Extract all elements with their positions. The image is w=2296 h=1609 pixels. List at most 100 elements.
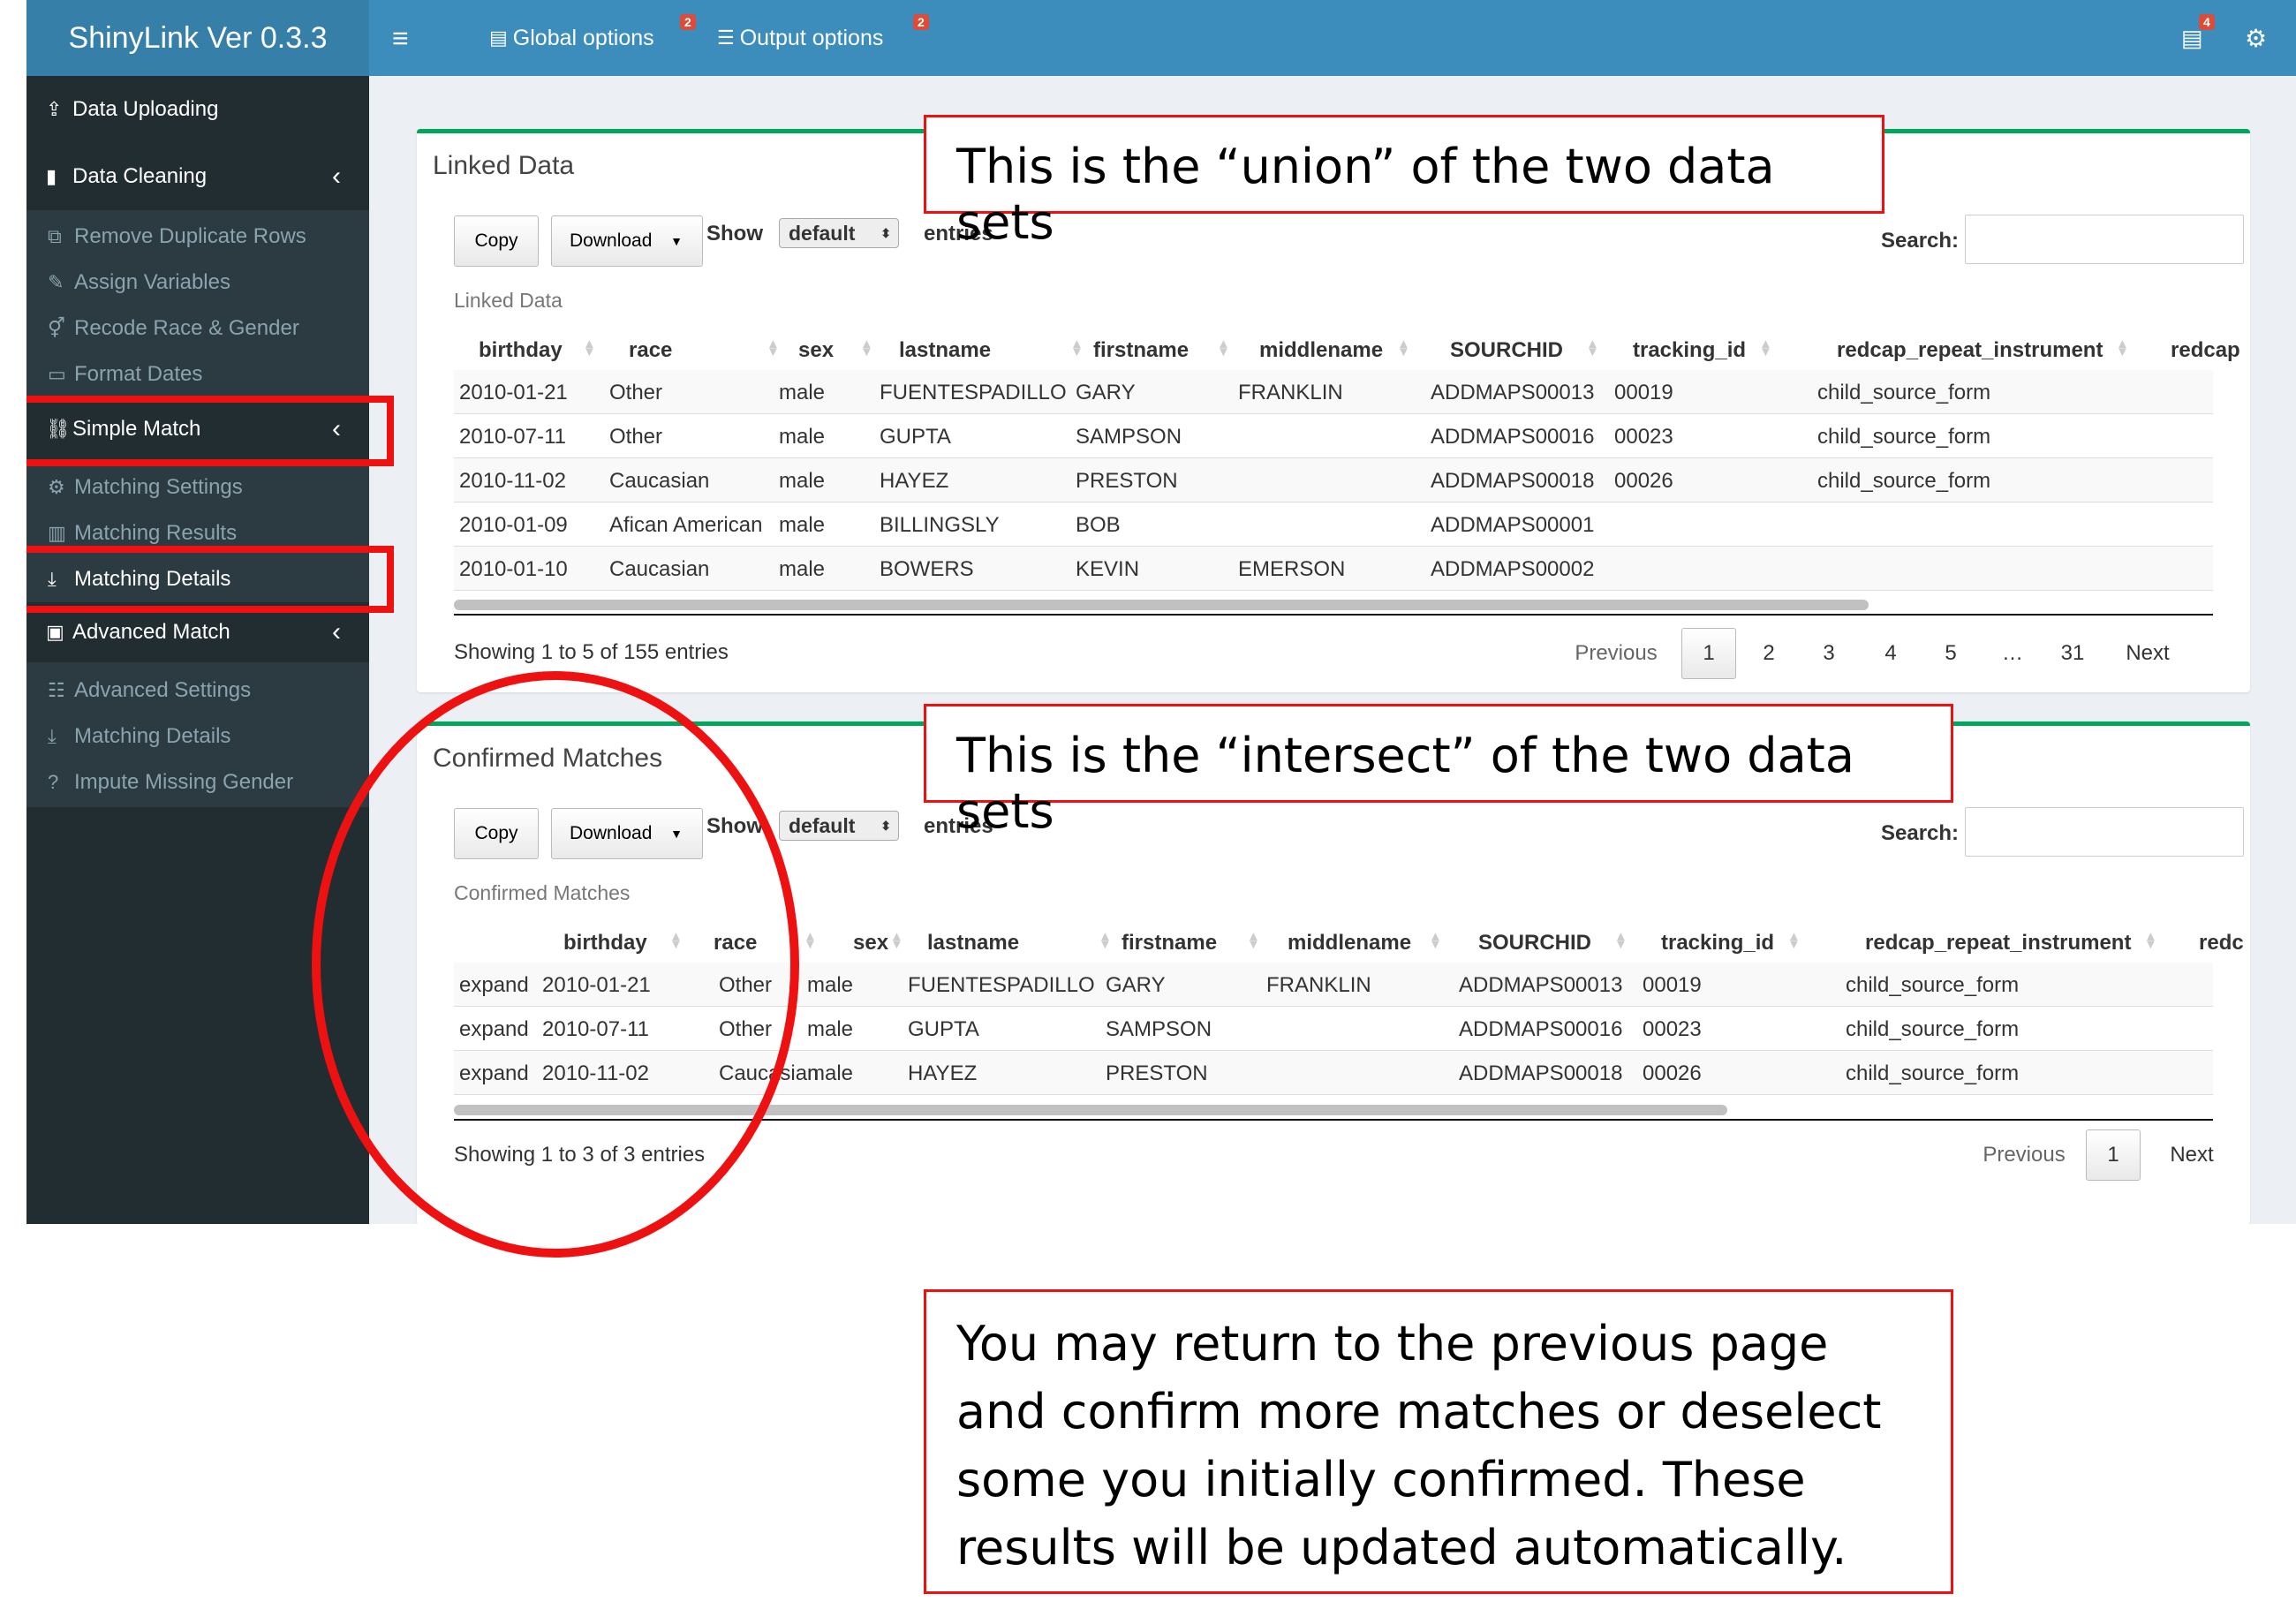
sort-icon[interactable]: ▲ ▼ <box>1217 337 1230 359</box>
column-header[interactable]: birthday <box>479 338 563 363</box>
brush-icon: ▮ <box>46 165 57 187</box>
sort-icon[interactable]: ▲ ▼ <box>804 930 817 951</box>
column-header[interactable]: tracking_id <box>1633 338 1746 363</box>
table-cell: BOB <box>1076 513 1121 537</box>
sort-icon[interactable]: ▲ ▼ <box>1099 930 1112 951</box>
table-cell: child_source_form <box>1817 425 1991 449</box>
global-options-button[interactable]: ▤ Global options 2 <box>489 0 696 76</box>
updown-icon: ⬍ <box>880 225 891 240</box>
table-cell: PRESTON <box>1076 469 1178 493</box>
column-header[interactable]: redc <box>2199 931 2244 956</box>
highlight-matching-details <box>26 546 394 613</box>
sort-icon[interactable]: ▲ ▼ <box>583 337 596 359</box>
table-cell: ADDMAPS00013 <box>1431 381 1595 404</box>
search-input[interactable] <box>1965 807 2244 857</box>
sort-icon[interactable]: ▲ ▼ <box>1247 930 1260 951</box>
download-label: Download <box>570 230 653 251</box>
sidebar-item-assign-variables[interactable]: ✎ Assign Variables <box>26 260 369 306</box>
column-header[interactable]: middlename <box>1288 931 1411 956</box>
global-options-badge: 2 <box>680 14 696 30</box>
table-cell: 2010-01-21 <box>459 381 568 404</box>
table-cell: ADDMAPS00018 <box>1459 1061 1623 1085</box>
sidebar-item-data-cleaning[interactable]: ▮ Data Cleaning ‹ <box>26 143 369 210</box>
sort-icon[interactable]: ▲ ▼ <box>1586 337 1599 359</box>
sort-icon[interactable]: ▲ ▼ <box>2116 337 2129 359</box>
sidebar-item-advanced-matching-details[interactable]: ⤓ Matching Details <box>26 714 369 759</box>
search-input[interactable] <box>1965 215 2244 264</box>
sidebar-item-recode-race-gender[interactable]: ⚥ Recode Race & Gender <box>26 306 369 351</box>
table-cell: GUPTA <box>908 1017 979 1041</box>
page-button-previous[interactable]: Previous <box>1971 1129 2077 1181</box>
sort-icon[interactable]: ▲ ▼ <box>767 337 780 359</box>
page-button-3[interactable]: 3 <box>1801 628 1856 679</box>
page-button-2[interactable]: 2 <box>1741 628 1796 679</box>
download-button[interactable]: Download ▼ <box>551 215 703 267</box>
sidebar-item-matching-settings[interactable]: ⚙ Matching Settings <box>26 465 369 510</box>
column-header[interactable]: lastname <box>927 931 1019 956</box>
sort-icon[interactable]: ▲ ▼ <box>1787 930 1801 951</box>
column-header[interactable]: lastname <box>899 338 991 363</box>
column-header[interactable]: redcap_repeat_instrument <box>1865 931 2131 956</box>
server-icon: ▤ <box>489 26 508 49</box>
table-cell: ADDMAPS00018 <box>1431 469 1595 493</box>
page-button-next[interactable]: Next <box>2156 1129 2227 1181</box>
table-cell: 00019 <box>1643 973 1702 997</box>
page-button-5[interactable]: 5 <box>1923 628 1978 679</box>
table-cell: ADDMAPS00016 <box>1459 1017 1623 1041</box>
column-header[interactable]: sex <box>853 931 888 956</box>
table-cell: male <box>779 557 826 581</box>
page-button-…[interactable]: … <box>1985 628 2040 679</box>
column-header[interactable]: redcap_repeat_instrument <box>1837 338 2103 363</box>
sort-icon[interactable]: ▲ ▼ <box>860 337 873 359</box>
sidebar-item-impute-missing-gender[interactable]: ? Impute Missing Gender <box>26 759 369 805</box>
column-header[interactable]: SOURCHID <box>1478 931 1591 956</box>
sidebar-item-advanced-settings[interactable]: ☷ Advanced Settings <box>26 668 369 714</box>
copy-button[interactable]: Copy <box>454 215 539 267</box>
table-cell: 2010-11-02 <box>459 469 566 493</box>
sidebar-item-data-uploading[interactable]: ⇪ Data Uploading <box>26 76 369 143</box>
sidebar-item-remove-duplicate-rows[interactable]: ⧉ Remove Duplicate Rows <box>26 214 369 260</box>
column-header[interactable]: SOURCHID <box>1450 338 1563 363</box>
gears-icon[interactable]: ⚙ <box>2245 0 2267 76</box>
page-button-1[interactable]: 1 <box>2086 1129 2141 1181</box>
download-icon: ⤓ <box>48 725 57 747</box>
table-cell: SAMPSON <box>1106 1017 1212 1041</box>
app-logo-title[interactable]: ShinyLink Ver 0.3.3 <box>26 0 369 76</box>
column-header[interactable]: sex <box>798 338 834 363</box>
sort-icon[interactable]: ▲ ▼ <box>1397 337 1410 359</box>
column-header[interactable]: tracking_id <box>1661 931 1774 956</box>
table-cell: male <box>779 381 826 404</box>
sort-icon[interactable]: ▲ ▼ <box>890 930 903 951</box>
page-button-31[interactable]: 31 <box>2045 628 2100 679</box>
column-header[interactable]: firstname <box>1122 931 1217 956</box>
hamburger-icon[interactable]: ≡ <box>392 0 409 76</box>
table-cell: FRANKLIN <box>1238 381 1343 404</box>
chevron-left-icon: ‹ <box>332 162 341 191</box>
sort-icon[interactable]: ▲ ▼ <box>1614 930 1628 951</box>
column-header[interactable]: firstname <box>1093 338 1189 363</box>
page-button-previous[interactable]: Previous <box>1563 628 1669 679</box>
table-cell: child_source_form <box>1817 381 1991 404</box>
column-header[interactable]: middlename <box>1259 338 1383 363</box>
copy-icon: ⧉ <box>48 225 62 247</box>
tasks-button[interactable]: ▤ 4 <box>2181 0 2215 76</box>
sort-icon[interactable]: ▲ ▼ <box>2144 930 2157 951</box>
page-length-select[interactable]: default ⬍ <box>779 218 899 248</box>
highlight-ellipse <box>312 671 799 1258</box>
sort-icon[interactable]: ▲ ▼ <box>1759 337 1772 359</box>
page-button-next[interactable]: Next <box>2112 628 2183 679</box>
column-header[interactable]: race <box>629 338 672 363</box>
table-bottom-border <box>454 614 2213 616</box>
updown-icon: ⬍ <box>880 818 891 833</box>
column-header[interactable]: redcap <box>2171 338 2240 363</box>
page-button-4[interactable]: 4 <box>1863 628 1918 679</box>
page-button-1[interactable]: 1 <box>1681 628 1736 679</box>
question-circle-icon: ? <box>48 771 59 793</box>
horizontal-scrollbar[interactable] <box>454 600 1869 610</box>
table-cell: male <box>807 1017 854 1041</box>
page-length-select[interactable]: default ⬍ <box>779 811 899 841</box>
sort-icon[interactable]: ▲ ▼ <box>1070 337 1084 359</box>
sidebar-item-format-dates[interactable]: ▭ Format Dates <box>26 351 369 397</box>
sort-icon[interactable]: ▲ ▼ <box>1429 930 1442 951</box>
output-options-button[interactable]: ☰ Output options 2 <box>717 0 929 76</box>
